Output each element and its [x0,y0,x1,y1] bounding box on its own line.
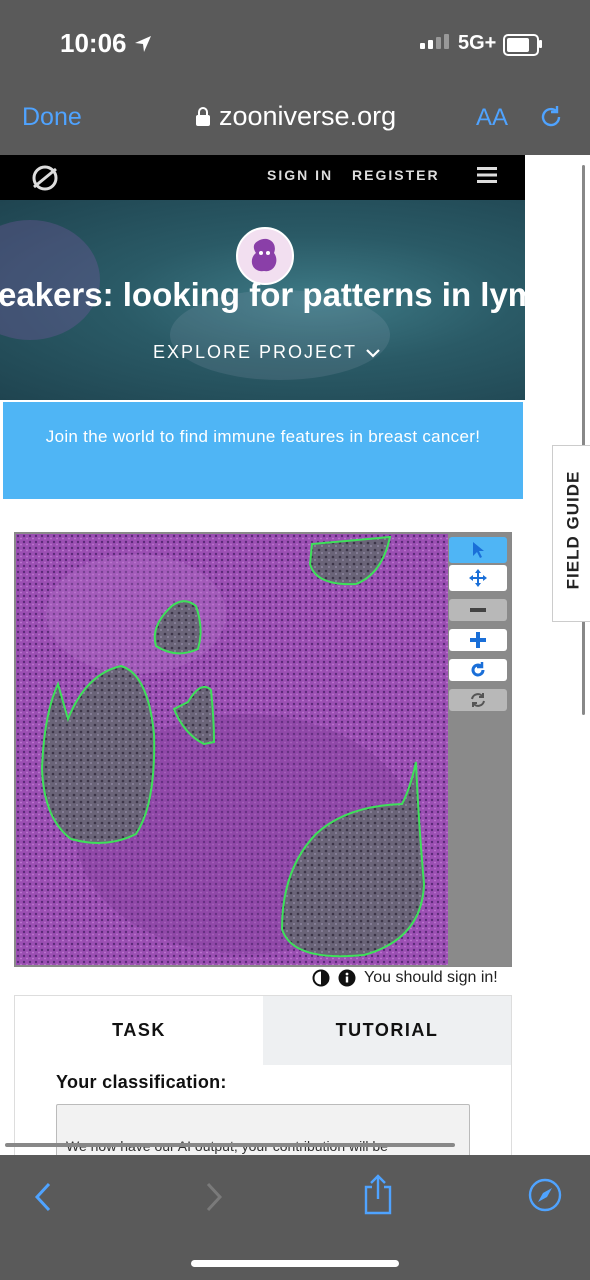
register-link[interactable]: REGISTER [352,167,440,183]
explore-project-button[interactable]: EXPLORE PROJECT [153,342,381,363]
tab-tutorial[interactable]: TUTORIAL [263,996,511,1065]
reset-icon [471,693,485,707]
subject-image[interactable] [16,534,448,965]
pointer-icon [473,542,484,558]
hamburger-icon[interactable] [477,165,497,190]
zoom-out-icon [470,608,486,612]
tab-task[interactable]: TASK [15,996,263,1065]
classification-heading: Your classification: [56,1072,227,1092]
contrast-icon[interactable] [312,969,330,987]
location-arrow-icon [134,35,151,52]
share-icon[interactable] [362,1173,394,1215]
battery-icon [503,34,539,56]
forward-icon[interactable] [203,1181,225,1213]
project-title[interactable]: eakers: looking for patterns in lymph [0,276,525,314]
home-indicator[interactable] [191,1260,399,1267]
chevron-down-icon [366,348,380,358]
done-button[interactable]: Done [22,103,82,132]
text-size-button[interactable]: AA [476,104,508,132]
move-tool-button[interactable] [449,565,507,591]
field-guide-tab[interactable]: FIELD GUIDE [552,445,590,622]
sign-in-notice: You should sign in! [364,969,498,986]
sign-in-notice-row: You should sign in! [312,969,498,987]
annotation-outline[interactable] [40,664,156,844]
info-icon[interactable] [338,969,356,987]
task-message-box: We now have our AI output, your contribu… [56,1104,470,1155]
browser-bottom-bar [0,1155,590,1280]
address-bar[interactable]: zooniverse.org [195,101,396,132]
zoom-in-icon [470,632,486,648]
network-type: 5G+ [458,32,497,54]
horizontal-scrollbar[interactable] [5,1143,455,1147]
project-announcement: Join the world to find immune features i… [3,402,523,499]
task-panel: TASK TUTORIAL Your classification: We no… [14,995,512,1155]
zoom-in-button[interactable] [449,629,507,651]
url-text: zooniverse.org [219,101,397,131]
battery-tip [539,40,542,48]
rotate-button[interactable] [449,659,507,681]
status-time: 10:06 [60,28,153,59]
sign-in-link[interactable]: SIGN IN [267,167,333,183]
refresh-icon[interactable] [537,103,565,136]
vertical-scrollbar[interactable] [582,165,585,715]
site-header: SIGN IN REGISTER [0,155,525,200]
subject-viewer [14,532,512,967]
announcement-text: Join the world to find immune features i… [45,427,481,446]
browser-top-bar: 10:06 5G+ Done zooniverse.org AA [0,0,590,155]
rotate-icon [471,662,485,677]
web-page: SIGN IN REGISTER eakers: looking for pat… [0,155,590,1155]
back-icon[interactable] [32,1181,54,1213]
reset-view-button[interactable] [449,689,507,711]
project-hero: eakers: looking for patterns in lymph EX… [0,200,525,400]
zoom-out-button[interactable] [449,599,507,621]
signal-strength-icon [420,34,449,49]
zooniverse-logo-icon[interactable] [30,163,60,198]
move-icon [469,569,487,587]
lock-icon [196,106,210,126]
annotate-tool-button[interactable] [449,537,507,563]
compass-icon[interactable] [527,1177,563,1213]
